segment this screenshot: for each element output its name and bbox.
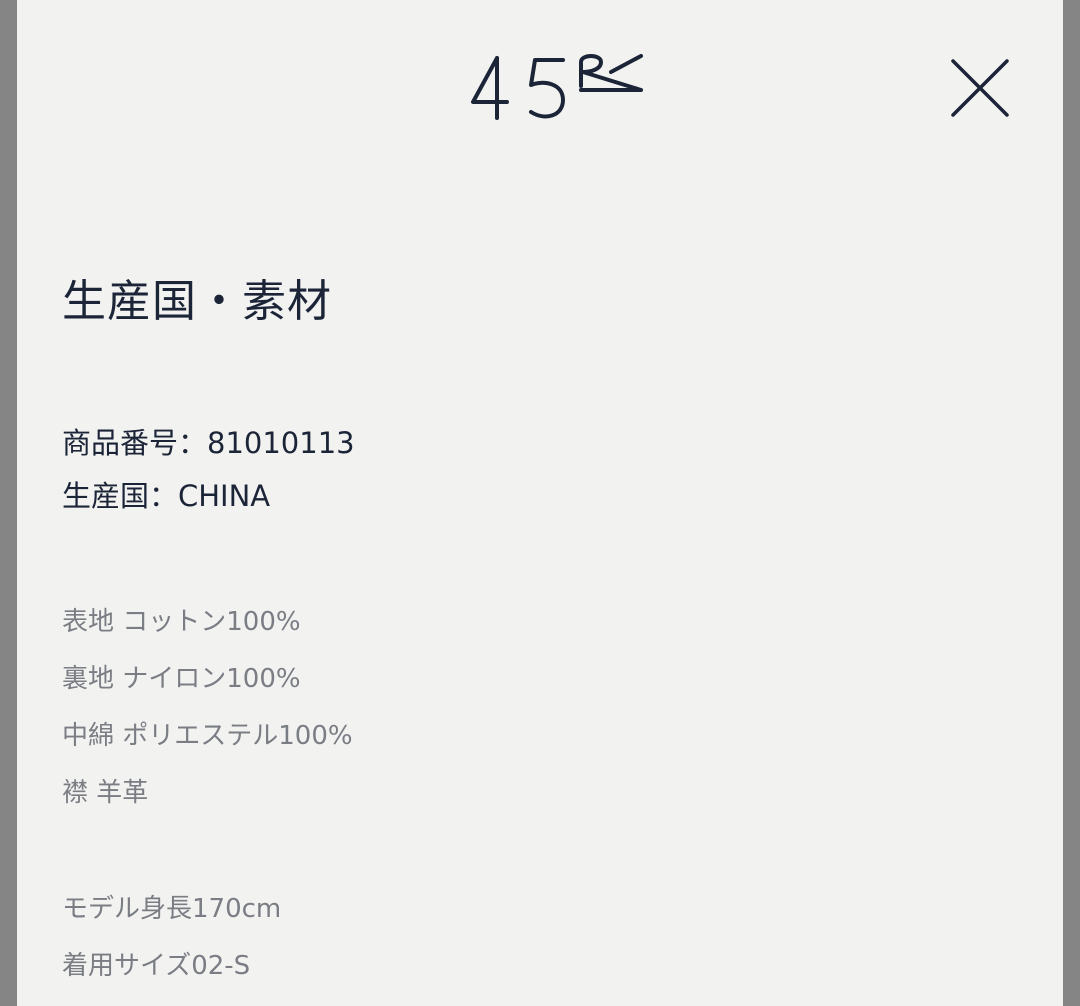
country-of-origin: 生産国：CHINA xyxy=(62,479,271,513)
material-padding: 中綿 ポリエステル100% xyxy=(62,721,353,751)
section-title: 生産国・素材 xyxy=(62,276,332,327)
model-size: 着用サイズ02-S xyxy=(62,951,251,981)
material-collar: 襟 羊革 xyxy=(62,778,149,808)
item-number: 商品番号：81010113 xyxy=(62,426,355,460)
material-outer: 表地 コットン100% xyxy=(62,607,301,637)
brand-logo xyxy=(471,54,643,120)
close-icon[interactable] xyxy=(945,53,1015,123)
info-panel: 生産国・素材 商品番号：81010113 生産国：CHINA 表地 コットン10… xyxy=(17,0,1063,1006)
material-lining: 裏地 ナイロン100% xyxy=(62,664,301,694)
model-height: モデル身長170cm xyxy=(62,894,282,924)
